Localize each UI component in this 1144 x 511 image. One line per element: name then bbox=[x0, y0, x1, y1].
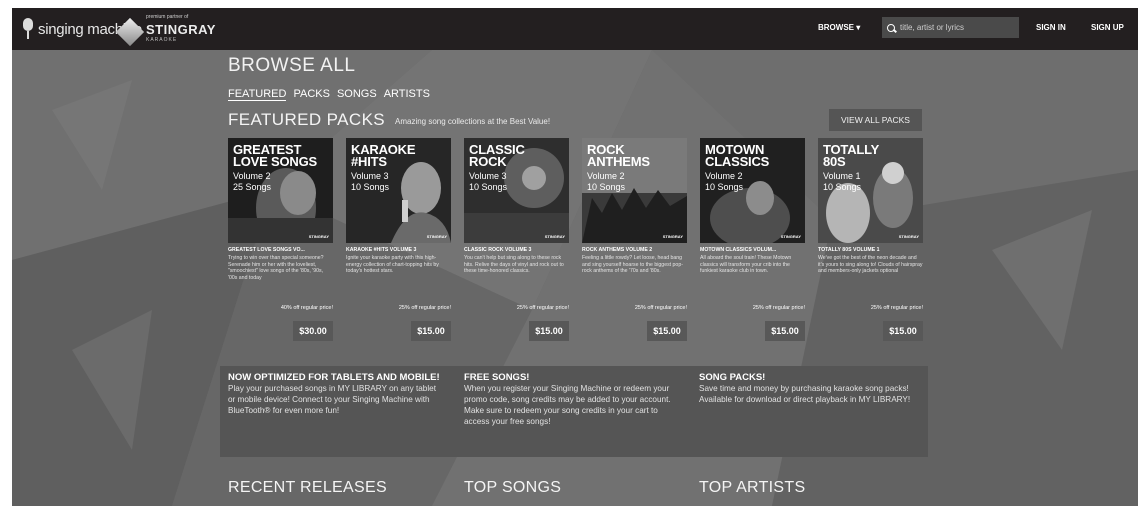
pack-cover-title: ROCK ANTHEMS bbox=[587, 142, 650, 169]
view-all-packs-button[interactable]: VIEW ALL PACKS bbox=[829, 109, 922, 131]
pack-cover-volume: Volume 2 bbox=[587, 171, 625, 181]
pack-name[interactable]: GREATEST LOVE SONGS VO... bbox=[228, 247, 333, 253]
page-frame: singing machine premium partner of STING… bbox=[12, 8, 1138, 506]
pack-cover-song-count: 10 Songs bbox=[705, 182, 744, 192]
stingray-badge: STINGRAY bbox=[426, 234, 447, 239]
pack-cover-volume: Volume 1 bbox=[823, 171, 861, 181]
pack-description: You can't help but sing along to these r… bbox=[464, 255, 564, 274]
stingray-badge: STINGRAY bbox=[898, 234, 919, 239]
pack-description: We've got the best of the neon decade an… bbox=[818, 255, 923, 274]
pack-name[interactable]: KARAOKE #HITS VOLUME 3 bbox=[346, 247, 451, 253]
pack-discount: 25% off regular price! bbox=[516, 305, 569, 311]
pack-discount: 25% off regular price! bbox=[870, 305, 923, 311]
pack-cover-volume: Volume 2 bbox=[705, 171, 743, 181]
pack-cover-volume: Volume 3 bbox=[469, 171, 507, 181]
search-icon bbox=[887, 23, 895, 32]
stingray-badge: STINGRAY bbox=[662, 234, 683, 239]
stingray-badge: STINGRAY bbox=[544, 234, 565, 239]
partner-caption: premium partner of bbox=[146, 14, 189, 20]
search-input[interactable] bbox=[900, 23, 1010, 32]
pack-cover-title: MOTOWN CLASSICS bbox=[705, 142, 770, 169]
pack-cover-title: TOTALLY 80s bbox=[823, 142, 880, 169]
pack-cover-title: KARAOKE #HITS bbox=[351, 142, 416, 169]
pack-cover[interactable]: CLASSIC ROCK Volume 3 10 Songs STINGRAY bbox=[464, 138, 569, 243]
pack-discount: 40% off regular price! bbox=[280, 305, 333, 311]
sign-up-link[interactable]: SIGN UP bbox=[1091, 23, 1124, 32]
pack-price-button[interactable]: $15.00 bbox=[765, 321, 805, 341]
microphone-icon bbox=[22, 18, 34, 40]
stingray-diamond-icon bbox=[115, 17, 145, 47]
pack-cover[interactable]: KARAOKE #HITS Volume 3 10 Songs STINGRAY bbox=[346, 138, 451, 243]
stingray-partner-logo: premium partner of STINGRAY KARAOKE bbox=[115, 14, 215, 47]
featured-packs-subtitle: Amazing song collections at the Best Val… bbox=[395, 117, 551, 126]
info-text: When you register your Singing Machine o… bbox=[464, 384, 671, 426]
info-column-free-songs: FREE SONGS! When you register your Singi… bbox=[464, 372, 677, 427]
stingray-badge: STINGRAY bbox=[308, 234, 329, 239]
featured-packs-title: FEATURED PACKS bbox=[228, 110, 386, 129]
top-songs-heading: TOP SONGS bbox=[464, 479, 562, 496]
pack-name[interactable]: ROCK ANTHEMS VOLUME 2 bbox=[582, 247, 687, 253]
pack-cover-song-count: 10 Songs bbox=[823, 182, 862, 192]
partner-name: STINGRAY bbox=[146, 22, 216, 37]
pack-discount: 25% off regular price! bbox=[398, 305, 451, 311]
pack-price-button[interactable]: $15.00 bbox=[883, 321, 923, 341]
pack-description: Ignite your karaoke party with this high… bbox=[346, 255, 439, 274]
pack-cover[interactable]: TOTALLY 80s Volume 1 10 Songs STINGRAY bbox=[818, 138, 923, 243]
tab-featured[interactable]: FEATURED bbox=[228, 88, 287, 101]
partner-subtitle: KARAOKE bbox=[146, 37, 178, 43]
pack-price-button[interactable]: $30.00 bbox=[293, 321, 333, 341]
pack-cover-song-count: 25 Songs bbox=[233, 182, 272, 192]
info-panel: NOW OPTIMIZED FOR TABLETS AND MOBILE! Pl… bbox=[220, 366, 928, 457]
info-title: SONG PACKS! bbox=[699, 372, 766, 383]
info-text: Save time and money by purchasing karaok… bbox=[699, 384, 911, 404]
pack-price-button[interactable]: $15.00 bbox=[529, 321, 569, 341]
browse-tabs: FEATURED PACKS SONGS ARTISTS bbox=[228, 88, 430, 101]
pack-cover-volume: Volume 2 bbox=[233, 171, 271, 181]
tab-artists[interactable]: ARTISTS bbox=[384, 88, 430, 101]
top-artists-heading: TOP ARTISTS bbox=[699, 479, 806, 496]
top-nav-bar: singing machine premium partner of STING… bbox=[12, 8, 1138, 50]
info-text: Play your purchased songs in MY LIBRARY … bbox=[228, 384, 436, 415]
info-title: NOW OPTIMIZED FOR TABLETS AND MOBILE! bbox=[228, 372, 440, 383]
pack-cover-volume: Volume 3 bbox=[351, 171, 389, 181]
pack-discount: 25% off regular price! bbox=[634, 305, 687, 311]
pack-price-button[interactable]: $15.00 bbox=[647, 321, 687, 341]
pack-cover-title: CLASSIC ROCK bbox=[469, 142, 525, 169]
tab-songs[interactable]: SONGS bbox=[337, 88, 377, 101]
info-title: FREE SONGS! bbox=[464, 372, 530, 383]
sign-in-link[interactable]: SIGN IN bbox=[1036, 23, 1066, 32]
pack-description: All aboard the soul train! These Motown … bbox=[700, 255, 792, 274]
pack-cover[interactable]: MOTOWN CLASSICS Volume 2 10 Songs STINGRA… bbox=[700, 138, 805, 243]
browse-menu[interactable]: BROWSE ▾ bbox=[818, 23, 860, 32]
pack-cover-song-count: 10 Songs bbox=[351, 182, 390, 192]
info-column-mobile: NOW OPTIMIZED FOR TABLETS AND MOBILE! Pl… bbox=[228, 372, 441, 416]
pack-name[interactable]: CLASSIC ROCK VOLUME 3 bbox=[464, 247, 569, 253]
page-title: BROWSE ALL bbox=[228, 55, 356, 76]
pack-name[interactable]: TOTALLY 80S VOLUME 1 bbox=[818, 247, 923, 253]
tab-packs[interactable]: PACKS bbox=[293, 88, 329, 101]
pack-cover-song-count: 10 Songs bbox=[469, 182, 508, 192]
pack-price-button[interactable]: $15.00 bbox=[411, 321, 451, 341]
info-column-song-packs: SONG PACKS! Save time and money by purch… bbox=[699, 372, 912, 405]
pack-description: Trying to win over than special someone?… bbox=[228, 255, 324, 281]
pack-cover[interactable]: GREATEST LOVE SONGS Volume 2 25 Songs STI… bbox=[228, 138, 333, 243]
search-box[interactable] bbox=[882, 17, 1019, 38]
pack-cover[interactable]: ROCK ANTHEMS Volume 2 10 Songs STINGRAY bbox=[582, 138, 687, 243]
pack-cover-song-count: 10 Songs bbox=[587, 182, 626, 192]
recent-releases-heading: RECENT RELEASES bbox=[228, 479, 387, 496]
pack-discount: 25% off regular price! bbox=[752, 305, 805, 311]
pack-cover-title: GREATEST LOVE SONGS bbox=[233, 142, 317, 169]
pack-description: Feeling a little rowdy? Let loose, head … bbox=[582, 255, 683, 274]
stingray-badge: STINGRAY bbox=[780, 234, 801, 239]
pack-name[interactable]: MOTOWN CLASSICS VOLUM... bbox=[700, 247, 805, 253]
